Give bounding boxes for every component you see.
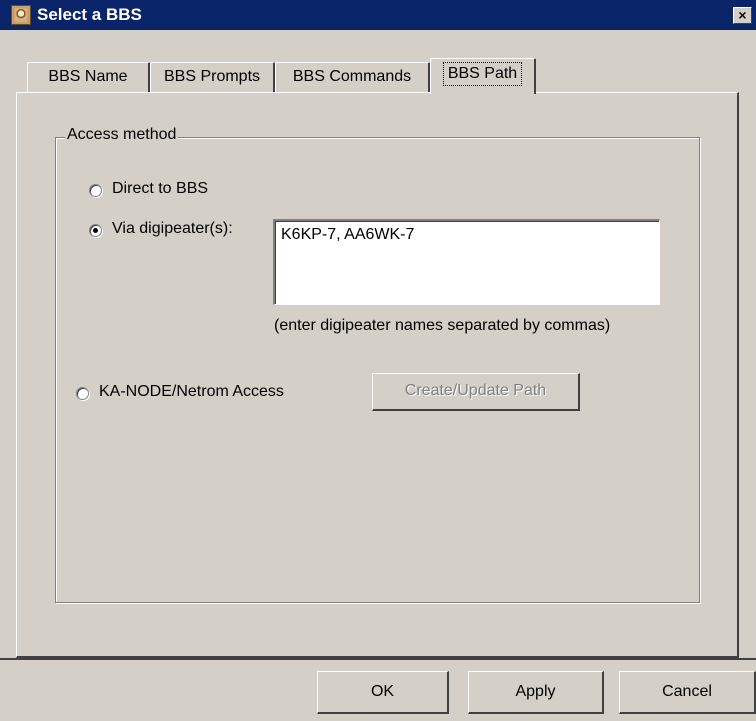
- apply-button[interactable]: Apply: [468, 671, 604, 714]
- tab-bbs-commands[interactable]: BBS Commands: [275, 62, 430, 92]
- tab-bbs-prompts-label: BBS Prompts: [163, 68, 261, 85]
- tab-bbs-prompts[interactable]: BBS Prompts: [150, 62, 275, 92]
- select-bbs-dialog: Select a BBS × BBS Name BBS Prompts BBS …: [0, 0, 756, 721]
- cancel-button[interactable]: Cancel: [619, 671, 756, 714]
- tab-bbs-name-label: BBS Name: [48, 68, 128, 85]
- window-title: Select a BBS: [37, 5, 142, 24]
- tab-panel-bbs-path: [16, 92, 739, 658]
- close-button[interactable]: ×: [733, 7, 752, 24]
- tab-bbs-path[interactable]: BBS Path: [430, 58, 536, 94]
- footer-divider: [0, 658, 756, 660]
- ok-button[interactable]: OK: [317, 671, 449, 714]
- tab-bbs-commands-label: BBS Commands: [292, 68, 412, 85]
- title-bar[interactable]: Select a BBS ×: [0, 0, 756, 30]
- tab-bbs-name[interactable]: BBS Name: [27, 62, 150, 92]
- app-icon: [11, 5, 31, 25]
- tab-bbs-path-label: BBS Path: [442, 62, 523, 86]
